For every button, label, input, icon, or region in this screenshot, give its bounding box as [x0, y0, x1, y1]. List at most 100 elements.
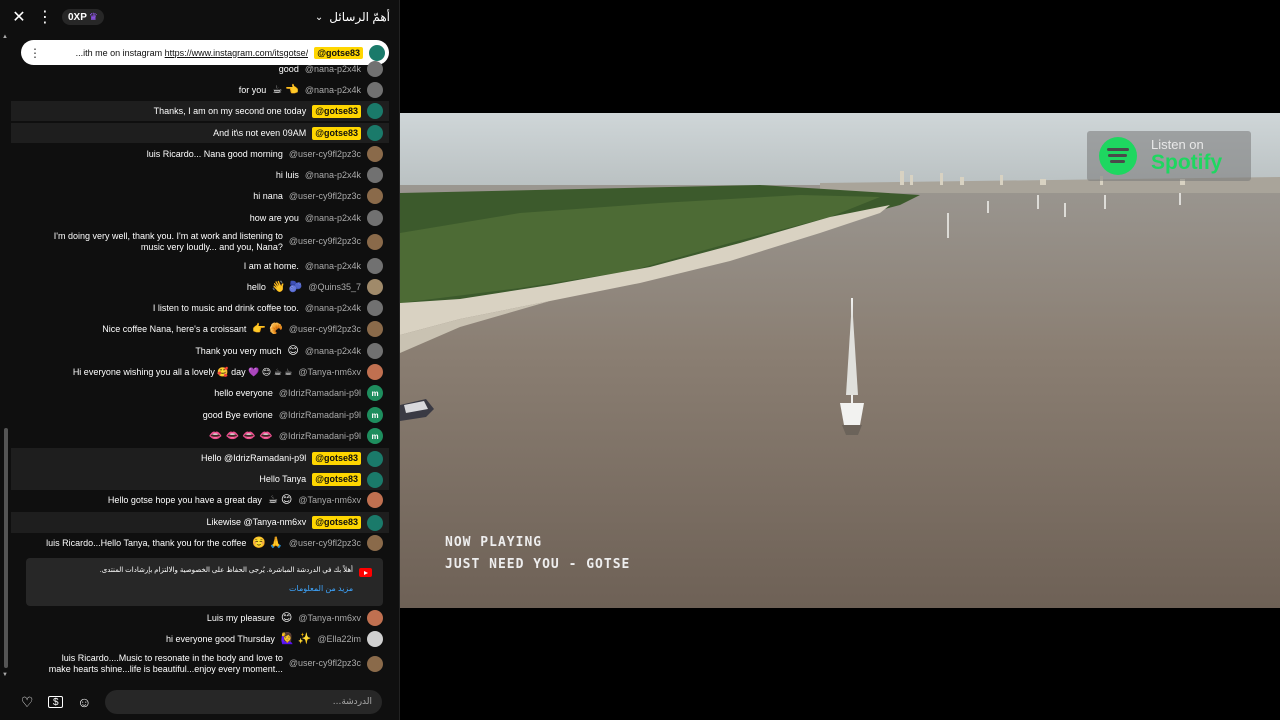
- message-author[interactable]: @nana-p2x4k: [305, 213, 361, 224]
- message-author[interactable]: @user-cy9fl2pz3c: [289, 538, 361, 549]
- chat-message[interactable]: Thank you very much 😊 @nana-p2x4k: [11, 341, 389, 361]
- spotify-badge[interactable]: Listen on Spotify: [1087, 131, 1251, 181]
- chat-message[interactable]: good Bye evrione @IdrizRamadani-p9l m: [11, 405, 389, 425]
- message-author[interactable]: @user-cy9fl2pz3c: [289, 149, 361, 160]
- message-author[interactable]: @nana-p2x4k: [305, 170, 361, 181]
- avatar[interactable]: m: [367, 385, 383, 401]
- avatar[interactable]: m: [367, 428, 383, 444]
- scroll-down-arrow-icon[interactable]: ▼: [2, 672, 8, 678]
- message-author[interactable]: @user-cy9fl2pz3c: [289, 236, 361, 247]
- avatar[interactable]: [367, 655, 383, 672]
- chat-message[interactable]: good @nana-p2x4k: [11, 61, 389, 77]
- avatar[interactable]: [367, 514, 383, 531]
- chat-message[interactable]: hello everyone @IdrizRamadani-p9l m: [11, 383, 389, 403]
- chat-message[interactable]: hi luis @nana-p2x4k: [11, 165, 389, 185]
- chat-message[interactable]: Hi everyone wishing you all a lovely 🥰 d…: [11, 362, 389, 382]
- scroll-up-arrow-icon[interactable]: ▲: [2, 34, 8, 40]
- chat-message[interactable]: luis Ricardo....Music to resonate in the…: [11, 651, 389, 676]
- message-author[interactable]: @nana-p2x4k: [305, 303, 361, 314]
- avatar[interactable]: [367, 233, 383, 250]
- message-author[interactable]: @user-cy9fl2pz3c: [289, 658, 361, 669]
- chat-message[interactable]: 👄 👄 👄 👄 @IdrizRamadani-p9l m: [11, 426, 389, 446]
- avatar[interactable]: [369, 44, 385, 61]
- chat-message[interactable]: luis Ricardo...Hello Tanya, thank you fo…: [11, 533, 389, 553]
- avatar[interactable]: [367, 103, 383, 119]
- avatar[interactable]: [367, 82, 383, 98]
- message-author[interactable]: @nana-p2x4k: [305, 261, 361, 272]
- chat-message[interactable]: Hello gotse hope you have a great day ☕ 😊…: [11, 490, 389, 510]
- message-author[interactable]: @nana-p2x4k: [305, 85, 361, 96]
- avatar[interactable]: [367, 61, 383, 77]
- avatar[interactable]: [367, 535, 383, 551]
- message-author[interactable]: @gotse83: [312, 452, 361, 465]
- close-icon[interactable]: ✕: [10, 8, 28, 26]
- chat-message[interactable]: Hello Tanya @gotse83: [11, 469, 389, 490]
- message-emoji: 👄 👄 👄 👄: [208, 429, 273, 442]
- avatar[interactable]: m: [367, 407, 383, 423]
- top-chat-dropdown[interactable]: أهمّ الرسائل ⌄: [315, 10, 390, 24]
- avatar[interactable]: [367, 450, 383, 467]
- chat-message[interactable]: Thanks, I am on my second one today @gots…: [11, 101, 389, 121]
- chat-message[interactable]: Nice coffee Nana, here's a croissant 👉 🥐 @…: [11, 319, 389, 339]
- heart-icon[interactable]: ♡: [18, 692, 36, 712]
- message-author[interactable]: @Tanya-nm6xv: [298, 613, 361, 624]
- message-author[interactable]: @IdrizRamadani-p9l: [279, 388, 361, 399]
- chat-message[interactable]: Likewise @Tanya-nm6xv @gotse83: [11, 512, 389, 533]
- avatar[interactable]: [367, 146, 383, 162]
- avatar[interactable]: [367, 492, 383, 508]
- chat-message[interactable]: how are you @nana-p2x4k: [11, 208, 389, 228]
- emoji-icon[interactable]: ☺: [75, 692, 93, 712]
- message-author[interactable]: @gotse83: [312, 516, 361, 529]
- scrollbar-thumb[interactable]: [4, 428, 8, 668]
- message-author[interactable]: @gotse83: [312, 104, 361, 118]
- avatar[interactable]: [367, 188, 383, 204]
- message-author[interactable]: @Quins35_7: [308, 282, 361, 293]
- chat-input[interactable]: [105, 690, 383, 714]
- avatar[interactable]: [367, 167, 383, 183]
- avatar[interactable]: [367, 125, 383, 141]
- message-author[interactable]: @Ella22im: [317, 634, 361, 645]
- chat-message[interactable]: Hello @IdrizRamadani-p9l @gotse83: [11, 448, 389, 469]
- avatar[interactable]: [367, 210, 383, 226]
- pinned-link[interactable]: https://www.instagram.com/itsgotse/: [165, 48, 309, 58]
- pinned-text: ...ith me on instagram https://www.insta…: [41, 48, 309, 58]
- avatar[interactable]: [367, 364, 383, 380]
- message-author[interactable]: @Tanya-nm6xv: [298, 495, 361, 506]
- chat-message[interactable]: And it\s not even 09AM @gotse83: [11, 123, 389, 143]
- message-text: Thank you very much: [195, 345, 282, 356]
- message-author[interactable]: @gotse83: [312, 126, 361, 140]
- avatar[interactable]: [367, 258, 383, 274]
- super-chat-icon[interactable]: $: [48, 696, 64, 708]
- message-author[interactable]: @IdrizRamadani-p9l: [279, 410, 361, 421]
- chat-message[interactable]: hi nana @user-cy9fl2pz3c: [11, 186, 389, 206]
- message-author[interactable]: @IdrizRamadani-p9l: [279, 431, 361, 442]
- avatar[interactable]: [367, 631, 383, 647]
- chat-message[interactable]: I'm doing very well, thank you. I'm at w…: [11, 229, 389, 254]
- chat-message[interactable]: luis Ricardo... Nana good morning @user-c…: [11, 144, 389, 164]
- avatar[interactable]: [367, 321, 383, 337]
- chat-message[interactable]: hi everyone good Thursday 🙋‍♀️ ✨ @Ella22im: [11, 629, 389, 649]
- pinned-menu-icon[interactable]: ⋮: [29, 46, 41, 60]
- avatar[interactable]: [367, 300, 383, 316]
- message-author[interactable]: @gotse83: [312, 473, 361, 486]
- message-author[interactable]: @user-cy9fl2pz3c: [289, 324, 361, 335]
- message-author[interactable]: @Tanya-nm6xv: [298, 367, 361, 378]
- message-author[interactable]: @nana-p2x4k: [305, 64, 361, 75]
- chat-message[interactable]: I am at home. @nana-p2x4k: [11, 256, 389, 276]
- message-emoji: 😊: [280, 611, 293, 624]
- avatar[interactable]: [367, 279, 383, 295]
- pinned-author[interactable]: @gotse83: [314, 46, 363, 59]
- message-author[interactable]: @user-cy9fl2pz3c: [289, 191, 361, 202]
- learn-more-link[interactable]: مزيد من المعلومات: [289, 584, 353, 593]
- avatar[interactable]: [367, 343, 383, 359]
- more-options-icon[interactable]: ⋮: [36, 8, 54, 26]
- video-player[interactable]: Listen on Spotify NOW PLAYING JUST NEED …: [400, 113, 1280, 608]
- xp-badge[interactable]: 0XP ♛: [62, 9, 104, 25]
- avatar[interactable]: [367, 610, 383, 626]
- avatar[interactable]: [367, 471, 383, 488]
- chat-message[interactable]: for you ☕ 👈 @nana-p2x4k: [11, 80, 389, 100]
- chat-message[interactable]: Luis my pleasure 😊 @Tanya-nm6xv: [11, 608, 389, 628]
- chat-message[interactable]: I listen to music and drink coffee too. @…: [11, 298, 389, 318]
- message-author[interactable]: @nana-p2x4k: [305, 346, 361, 357]
- chat-message[interactable]: hello 👋 🫐 @Quins35_7: [11, 277, 389, 297]
